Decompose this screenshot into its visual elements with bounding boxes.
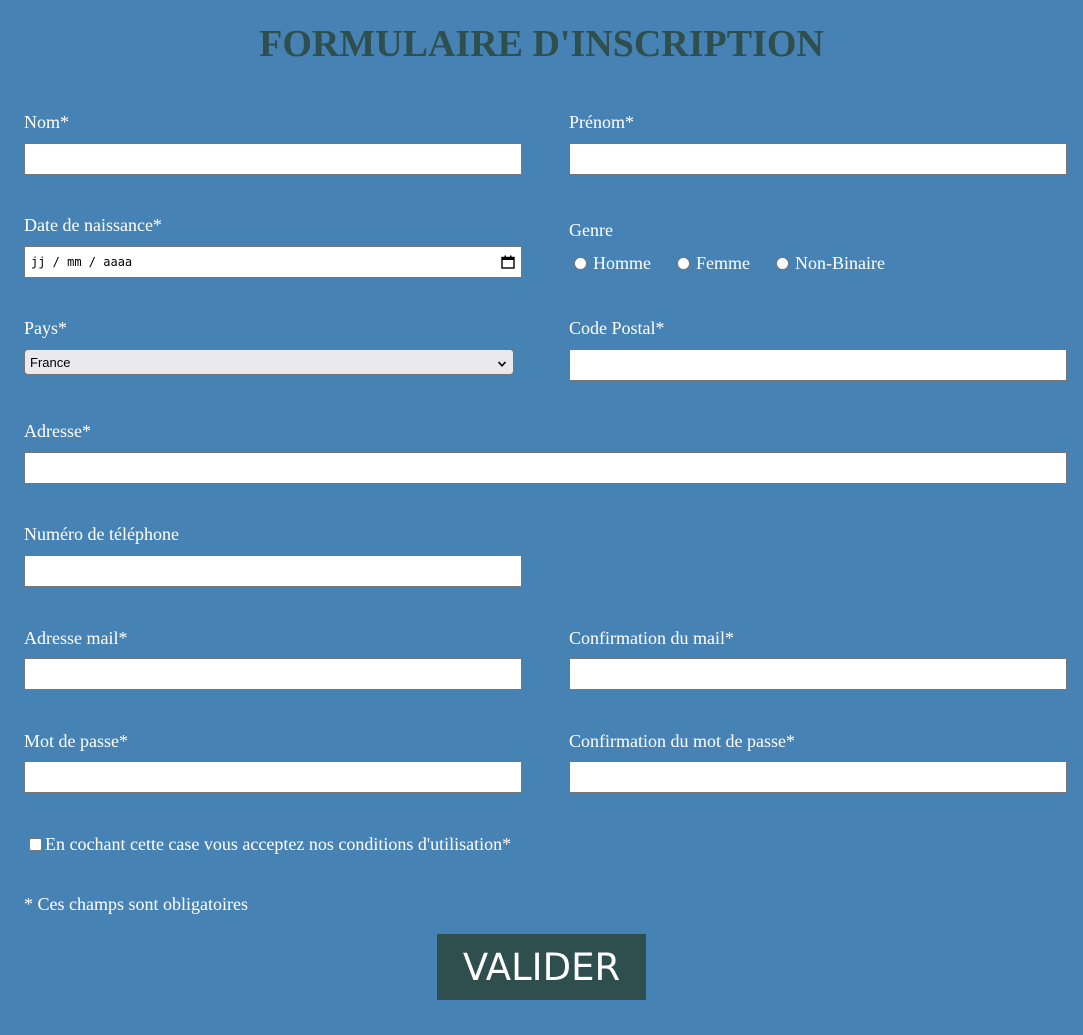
prenom-label: Prénom* [569,112,634,132]
terms-label: En cochant cette case vous acceptez nos … [45,834,512,854]
genre-label: Genre [569,220,613,240]
radio-femme[interactable]: Femme [671,252,750,274]
submit-button[interactable]: VALIDER [437,934,646,1000]
pays-selected-value: France [30,354,71,370]
password-input[interactable] [24,761,522,793]
radio-label-homme: Homme [593,253,651,273]
date-label: Date de naissance* [24,215,162,235]
code-postal-label: Code Postal* [569,318,665,338]
terms-row[interactable]: En cochant cette case vous acceptez nos … [24,833,511,855]
radio-button-femme[interactable] [677,256,690,270]
telephone-label: Numéro de téléphone [24,524,179,544]
adresse-input[interactable] [24,452,1067,484]
nom-label: Nom* [24,112,69,132]
radio-homme[interactable]: Homme [568,252,651,274]
prenom-input[interactable] [569,143,1067,175]
password-label: Mot de passe* [24,731,128,751]
terms-checkbox[interactable] [29,837,42,851]
date-placeholder: jj / mm / aaaa [31,255,133,269]
calendar-icon[interactable] [501,255,515,269]
telephone-input[interactable] [24,555,522,587]
mail-label: Adresse mail* [24,628,128,648]
chevron-down-icon [497,357,507,367]
nom-input[interactable] [24,143,522,175]
radio-button-homme[interactable] [574,256,587,270]
required-note: * Ces champs sont obligatoires [24,894,248,914]
password-confirm-label: Confirmation du mot de passe* [569,731,795,751]
password-confirm-input[interactable] [569,761,1067,793]
pays-label: Pays* [24,318,68,338]
mail-confirm-input[interactable] [569,658,1067,690]
radio-label-femme: Femme [696,253,750,273]
mail-confirm-label: Confirmation du mail* [569,628,734,648]
radio-label-non-binaire: Non-Binaire [795,253,885,273]
mail-input[interactable] [24,658,522,690]
genre-radio-group: Homme Femme Non-Binaire [568,252,905,274]
adresse-label: Adresse* [24,421,91,441]
code-postal-input[interactable] [569,349,1067,381]
radio-button-non-binaire[interactable] [776,256,789,270]
birthdate-input[interactable]: jj / mm / aaaa [24,246,522,278]
page-title: FORMULAIRE D'INSCRIPTION [259,23,824,65]
pays-select[interactable]: France [24,349,514,375]
radio-non-binaire[interactable]: Non-Binaire [770,252,885,274]
